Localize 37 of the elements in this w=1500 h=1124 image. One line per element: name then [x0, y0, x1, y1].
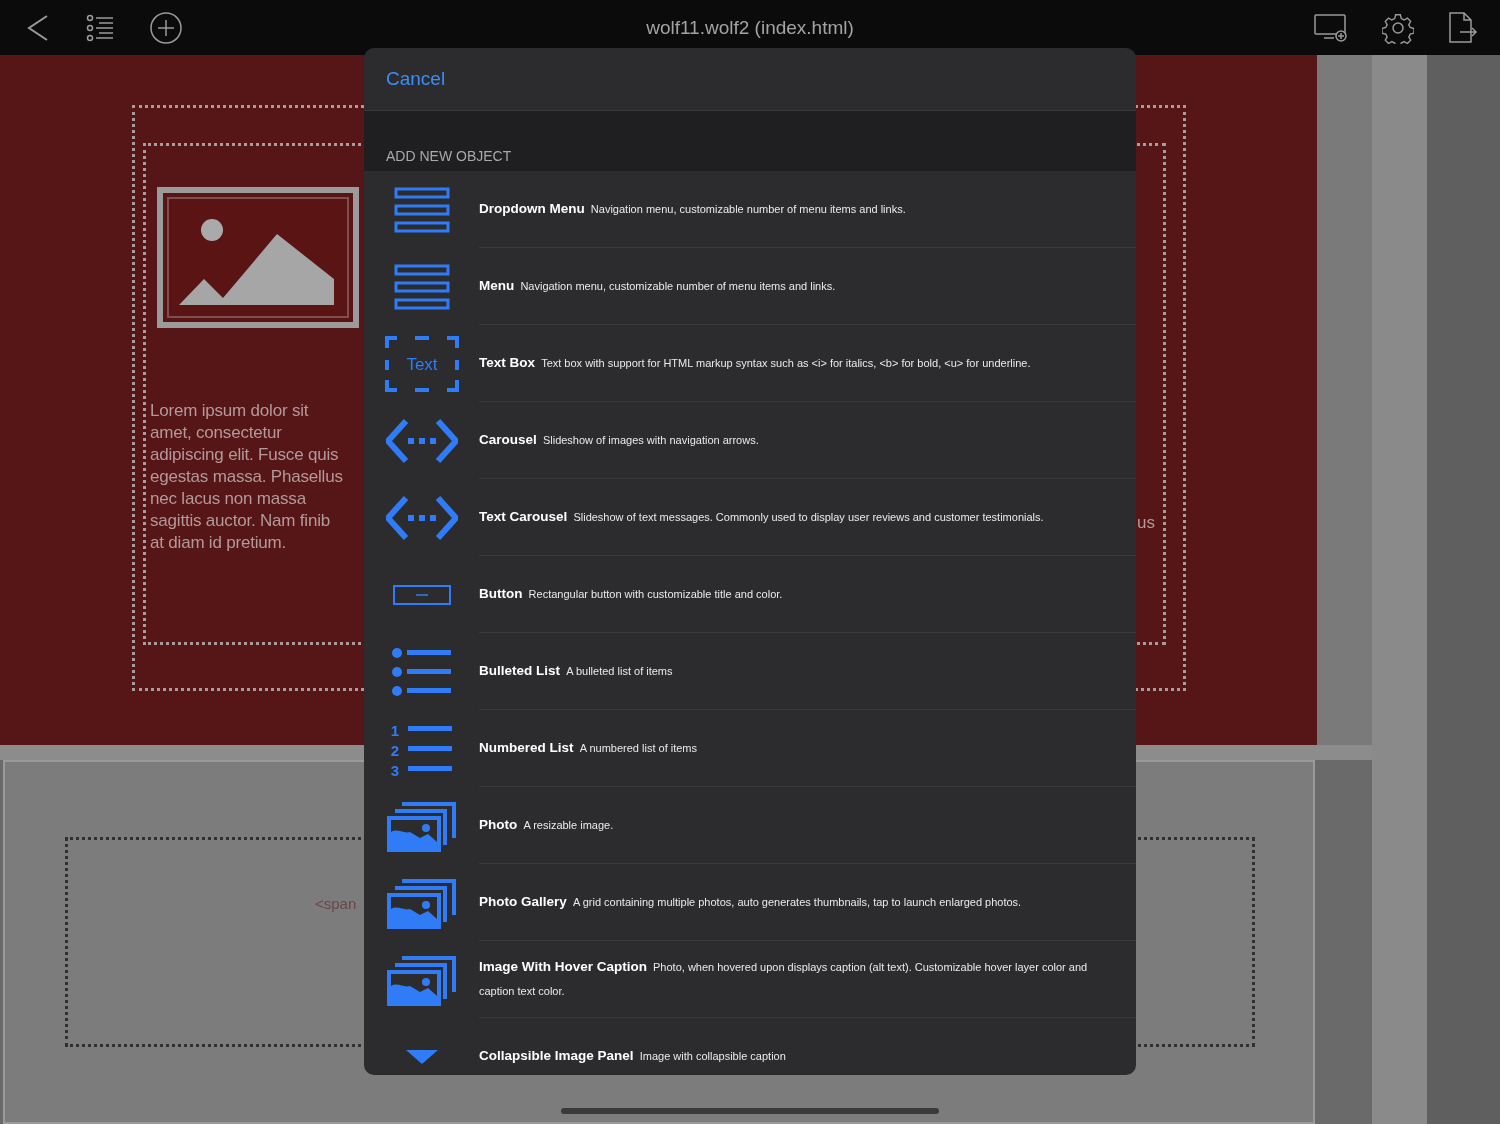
object-list-item[interactable]: Photo A resizable image.	[364, 787, 1136, 864]
settings-icon	[1382, 11, 1414, 44]
button-shape-icon	[392, 584, 451, 605]
plus-circle-icon	[150, 11, 182, 44]
object-list-item[interactable]: Image With Hover Caption Photo, when hovered upon displays caption (alt text). Customizable hover layer color and caption text color.	[364, 941, 1136, 1018]
back-icon	[26, 13, 50, 42]
object-list-item[interactable]: Carousel Slideshow of images with navigation arrows.	[364, 402, 1136, 479]
preview-button[interactable]	[1314, 13, 1348, 42]
section-header: ADD NEW OBJECT	[386, 148, 512, 164]
add-button[interactable]	[150, 11, 182, 44]
object-list-item[interactable]: Text Text Box Text box with support for HTML markup syntax such as <i> for italics, <b> for bold, <u> for underline.	[364, 325, 1136, 402]
object-list-item[interactable]: Button Rectangular button with customizable title and color.	[364, 556, 1136, 633]
object-list-item[interactable]: Menu Navigation menu, customizable number of menu items and links.	[364, 248, 1136, 325]
cancel-button[interactable]: Cancel	[386, 68, 446, 90]
menu-bars-icon	[393, 186, 450, 233]
image-placeholder-icon	[157, 187, 359, 328]
document-export-icon	[1448, 11, 1478, 44]
back-button[interactable]	[26, 13, 50, 42]
menu-bars-icon	[393, 263, 450, 310]
carousel-arrows-icon	[385, 418, 458, 463]
carousel-arrows-icon	[385, 495, 458, 540]
outline-button[interactable]	[86, 13, 114, 42]
object-list-item[interactable]: 1 2 3 Numbered List A numbered list of items	[364, 710, 1136, 787]
monitor-plus-icon	[1314, 13, 1348, 42]
bulleted-list-icon	[390, 646, 453, 697]
lorem-paragraph: Lorem ipsum dolor sit amet, consectetur adipiscing elit. Fusce quis egestas massa. Phasellus nec lacus non massa sagittis auctor. Nam finib at diam id pretium.	[150, 400, 344, 554]
list-icon	[86, 13, 114, 42]
settings-button[interactable]	[1382, 11, 1414, 44]
object-list-item[interactable]: Collapsible Image Panel Image with collapsible caption	[364, 1018, 1136, 1075]
object-list-item[interactable]: Dropdown Menu Navigation menu, customizable number of menu items and links.	[364, 171, 1136, 248]
object-list-item[interactable]: Bulleted List A bulleted list of items	[364, 633, 1136, 710]
object-list-item[interactable]: Text Carousel Slideshow of text messages. Commonly used to display user reviews and customer testimonials.	[364, 479, 1136, 556]
object-list-item[interactable]: Photo Gallery A grid containing multiple photos, auto generates thumbnails, tap to launch enlarged photos.	[364, 864, 1136, 941]
collapse-triangle-icon	[404, 1048, 439, 1065]
text-fragment: us	[1137, 513, 1155, 533]
export-button[interactable]	[1448, 11, 1478, 44]
document-title: wolf11.wolf2 (index.html)	[646, 16, 854, 39]
